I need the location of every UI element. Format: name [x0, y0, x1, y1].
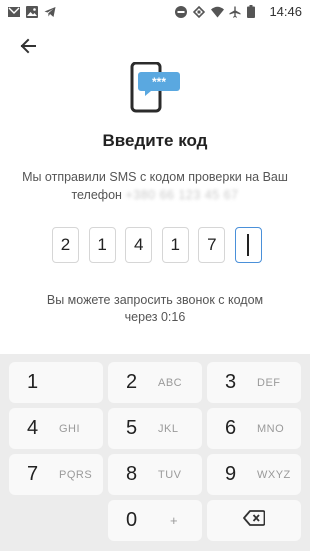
key-8[interactable]: 8 TUV: [108, 454, 202, 495]
gmail-icon: [8, 5, 20, 17]
key-3[interactable]: 3 DEF: [207, 362, 301, 403]
code-input[interactable]: 2 1 4 1 7: [52, 227, 262, 263]
key-letters: +: [170, 513, 178, 528]
key-digit: 2: [126, 371, 138, 393]
status-time: 14:46: [269, 3, 302, 19]
sms-phone-icon: ***: [129, 61, 181, 114]
vibrate-icon: [193, 5, 206, 19]
key-5[interactable]: 5 JKL: [108, 408, 202, 449]
svg-text:***: ***: [152, 75, 166, 89]
backspace-button[interactable]: [207, 500, 301, 541]
key-4[interactable]: 4 GHI: [9, 408, 103, 449]
code-digit-box[interactable]: 1: [88, 227, 116, 263]
text-cursor: [247, 234, 250, 256]
key-digit: 7: [27, 463, 39, 485]
sms-description: Мы отправили SMS с кодом проверки на Ваш…: [20, 168, 290, 204]
numeric-keypad: 1 2 ABC 3 DEF 4 GHI 5 JKL 6 MNO 7 PQRS 8…: [0, 354, 310, 551]
key-digit: 4: [27, 417, 39, 439]
code-digit-box[interactable]: 2: [52, 227, 79, 263]
key-digit: 9: [225, 463, 237, 485]
arrow-left-icon: [20, 38, 36, 59]
key-letters: JKL: [158, 422, 179, 435]
key-9[interactable]: 9 WXYZ: [207, 454, 301, 495]
masked-phone-number: +380 66 123 45 67: [125, 188, 239, 202]
key-letters: TUV: [158, 468, 182, 481]
code-digit-box[interactable]: 1: [161, 227, 189, 263]
back-button[interactable]: [14, 36, 42, 60]
key-letters: WXYZ: [257, 468, 291, 481]
key-7[interactable]: 7 PQRS: [9, 454, 103, 495]
key-letters: ABC: [158, 376, 183, 389]
call-timer: через 0:16: [124, 310, 186, 324]
key-letters: GHI: [59, 422, 81, 435]
key-digit: 5: [126, 417, 138, 439]
status-right: 14:46: [175, 4, 302, 19]
code-digit-box-active[interactable]: [234, 227, 262, 263]
airplane-icon: [229, 5, 241, 18]
key-letters: PQRS: [59, 468, 93, 481]
telegram-icon: [44, 5, 56, 17]
key-letters: MNO: [257, 422, 285, 435]
call-request-info: Вы можете запросить звонок с кодом через…: [20, 292, 290, 326]
key-2[interactable]: 2 ABC: [108, 362, 202, 403]
key-1[interactable]: 1: [9, 362, 103, 403]
key-digit: 0: [126, 509, 138, 531]
dnd-icon: [175, 5, 188, 18]
key-letters: DEF: [257, 376, 281, 389]
key-0[interactable]: 0 +: [108, 500, 202, 541]
wifi-icon: [211, 5, 225, 18]
code-digit-box[interactable]: 7: [198, 227, 226, 263]
page-title: Введите код: [102, 131, 208, 150]
image-icon: [26, 5, 38, 18]
status-left: [8, 5, 56, 18]
key-digit: 3: [225, 371, 237, 393]
call-info-line: Вы можете запросить звонок с кодом: [46, 293, 264, 307]
key-digit: 1: [27, 371, 39, 393]
backspace-icon: [243, 510, 266, 531]
key-digit: 6: [225, 417, 237, 439]
battery-icon: [247, 5, 259, 18]
status-bar: 14:46: [0, 0, 310, 22]
code-digit-box[interactable]: 4: [125, 227, 153, 263]
key-6[interactable]: 6 MNO: [207, 408, 301, 449]
key-digit: 8: [126, 463, 138, 485]
